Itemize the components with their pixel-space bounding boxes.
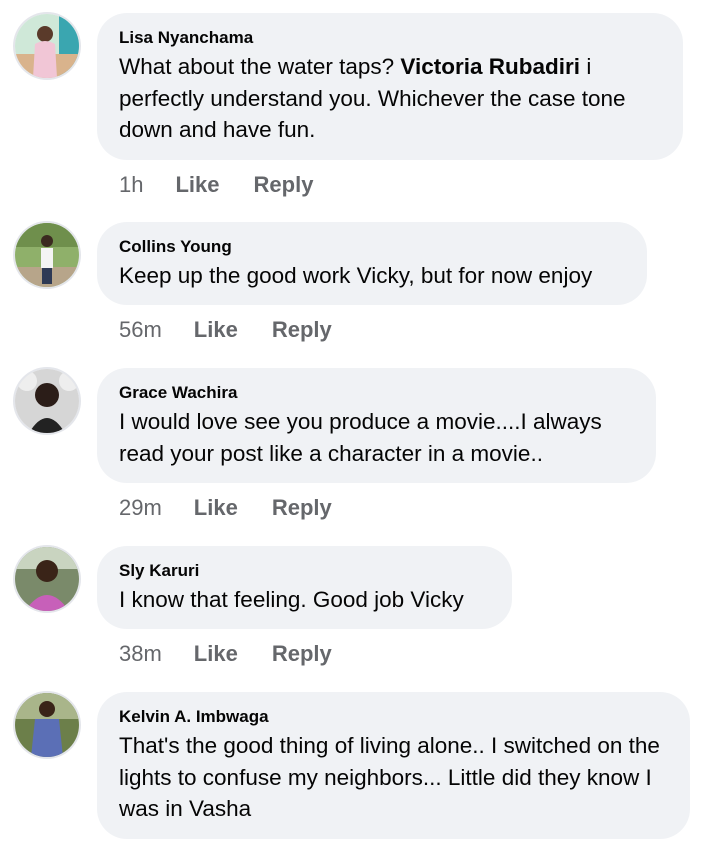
comment-timestamp[interactable]: 38m (119, 641, 162, 667)
comment-bubble: Kelvin A. Imbwaga That's the good thing … (97, 692, 690, 839)
like-button[interactable]: Like (194, 317, 238, 343)
comment-text: I would love see you produce a movie....… (119, 409, 602, 466)
comment-text: That's the good thing of living alone.. … (119, 733, 660, 821)
comment-author[interactable]: Collins Young (119, 236, 625, 258)
comment-text-part: What about the water taps? (119, 54, 401, 79)
comment-text: I know that feeling. Good job Vicky (119, 587, 464, 612)
like-button[interactable]: Like (175, 172, 219, 198)
avatar[interactable] (15, 223, 79, 287)
comment-bubble: Grace Wachira I would love see you produ… (97, 368, 656, 483)
comment-author[interactable]: Kelvin A. Imbwaga (119, 706, 668, 728)
comment-actions: 56m Like Reply (119, 317, 332, 343)
comment-author[interactable]: Lisa Nyanchama (119, 27, 661, 49)
comment-author[interactable]: Grace Wachira (119, 382, 634, 404)
comment-actions: 29m Like Reply (119, 495, 332, 521)
comment-author[interactable]: Sly Karuri (119, 560, 490, 582)
comment-text: What about the water taps? Victoria Ruba… (119, 51, 661, 146)
like-button[interactable]: Like (194, 641, 238, 667)
avatar[interactable] (15, 693, 79, 757)
like-button[interactable]: Like (194, 495, 238, 521)
reply-button[interactable]: Reply (272, 641, 332, 667)
comment-timestamp[interactable]: 29m (119, 495, 162, 521)
avatar[interactable] (15, 547, 79, 611)
mention-link[interactable]: Victoria Rubadiri (400, 54, 580, 79)
reply-button[interactable]: Reply (272, 495, 332, 521)
avatar[interactable] (15, 369, 79, 433)
avatar[interactable] (15, 14, 79, 78)
comment-bubble: Collins Young Keep up the good work Vick… (97, 222, 647, 305)
comment-text: Keep up the good work Vicky, but for now… (119, 263, 593, 288)
comment-bubble: Sly Karuri I know that feeling. Good job… (97, 546, 512, 629)
comment-timestamp[interactable]: 1h (119, 172, 143, 198)
reply-button[interactable]: Reply (254, 172, 314, 198)
comment-actions: 38m Like Reply (119, 641, 332, 667)
comment-bubble: Lisa Nyanchama What about the water taps… (97, 13, 683, 160)
comment-actions: 1h Like Reply (119, 172, 313, 198)
comment-timestamp[interactable]: 56m (119, 317, 162, 343)
reply-button[interactable]: Reply (272, 317, 332, 343)
